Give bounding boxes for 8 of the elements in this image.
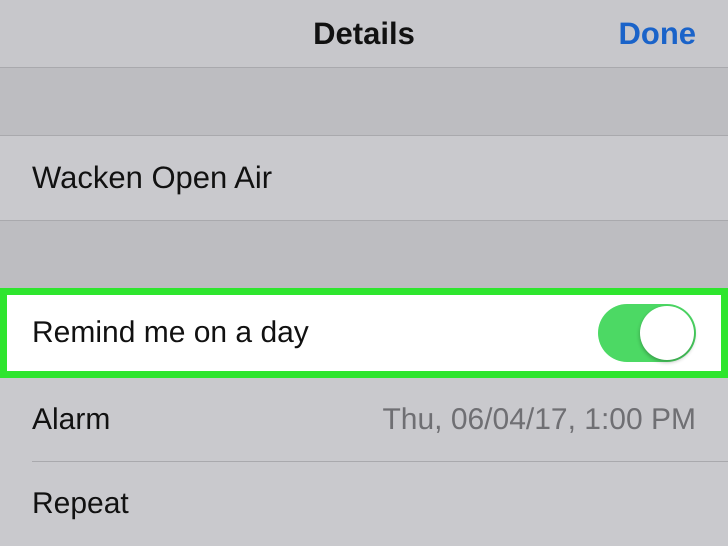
row-label: Alarm xyxy=(32,403,110,437)
nav-title: Details xyxy=(313,16,415,52)
row-label: Repeat xyxy=(32,487,129,521)
row-value: Thu, 06/04/17, 1:00 PM xyxy=(382,403,696,437)
row-label: Remind me on a day xyxy=(32,316,309,350)
reminder-title: Wacken Open Air xyxy=(32,160,272,196)
toggle-switch[interactable] xyxy=(598,304,696,362)
highlighted-row[interactable]: Remind me on a day xyxy=(0,288,728,378)
